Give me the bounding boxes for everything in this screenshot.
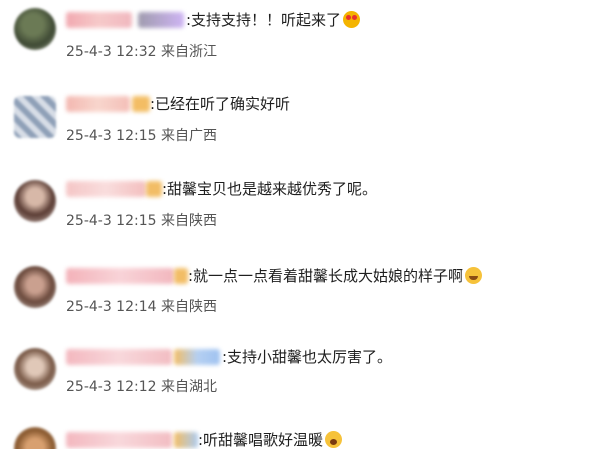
comment-location: 来自湖北 xyxy=(160,379,217,395)
comment-time: 25-4-3 12:12 xyxy=(66,379,157,395)
comment-meta: 25-4-3 12:32 来自浙江 xyxy=(66,42,217,62)
avatar[interactable] xyxy=(14,266,56,308)
comment-meta: 25-4-3 12:15 来自陕西 xyxy=(66,211,217,231)
comment-text: :支持小甜馨也太厉害了。 xyxy=(222,348,393,366)
crying-emoji xyxy=(325,431,343,448)
username-blurred[interactable] xyxy=(66,181,146,197)
comment-time: 25-4-3 12:15 xyxy=(66,128,157,144)
username-blurred[interactable] xyxy=(66,268,174,284)
blush-emoji xyxy=(465,267,483,284)
comment-meta: 25-4-3 12:12 来自湖北 xyxy=(66,377,217,397)
username-blurred[interactable] xyxy=(66,349,172,365)
comment-location: 来自浙江 xyxy=(160,44,217,60)
comment-time: 25-4-3 12:14 xyxy=(66,299,157,315)
username-blurred[interactable] xyxy=(66,96,130,112)
comment-text: :甜馨宝贝也是越来越优秀了呢。 xyxy=(162,180,378,198)
vip-badge-blurred xyxy=(146,181,162,197)
vip-badge-blurred xyxy=(174,432,198,448)
comment-item: :甜馨宝贝也是越来越优秀了呢。 25-4-3 12:15 来自陕西 xyxy=(0,175,600,265)
avatar[interactable] xyxy=(14,348,56,390)
avatar[interactable] xyxy=(14,180,56,222)
avatar[interactable] xyxy=(14,96,56,138)
username-blurred[interactable] xyxy=(66,432,172,448)
avatar[interactable] xyxy=(14,8,56,50)
comment-item: :听甜馨唱歌好温暖 xyxy=(0,424,600,449)
heart-eyes-emoji xyxy=(343,11,361,28)
comment-item: :就一点一点看着甜馨长成大姑娘的样子啊 25-4-3 12:14 来自陕西 xyxy=(0,262,600,352)
avatar[interactable] xyxy=(14,427,56,449)
vip-badge-blurred xyxy=(138,12,184,28)
comment-location: 来自陕西 xyxy=(160,299,217,315)
comment-meta: 25-4-3 12:14 来自陕西 xyxy=(66,297,217,317)
comment-item: :支持小甜馨也太厉害了。 25-4-3 12:12 来自湖北 xyxy=(0,345,600,435)
comment-location: 来自陕西 xyxy=(160,213,217,229)
comment-text: :支持支持！！听起来了 xyxy=(186,10,361,30)
vip-badge-blurred xyxy=(174,349,220,365)
comment-meta: 25-4-3 12:15 来自广西 xyxy=(66,126,217,146)
vip-badge-blurred xyxy=(132,96,150,112)
comment-time: 25-4-3 12:15 xyxy=(66,213,157,229)
comment-text: :听甜馨唱歌好温暖 xyxy=(198,430,343,449)
comment-item: :已经在听了确实好听 25-4-3 12:15 来自广西 xyxy=(0,90,600,180)
comment-text: :就一点一点看着甜馨长成大姑娘的样子啊 xyxy=(188,266,483,286)
username-blurred[interactable] xyxy=(66,12,132,28)
comment-item: :支持支持！！听起来了 25-4-3 12:32 来自浙江 xyxy=(0,0,600,90)
comment-location: 来自广西 xyxy=(160,128,217,144)
vip-badge-blurred xyxy=(174,268,188,284)
comment-time: 25-4-3 12:32 xyxy=(66,44,157,60)
comment-text: :已经在听了确实好听 xyxy=(150,95,291,113)
